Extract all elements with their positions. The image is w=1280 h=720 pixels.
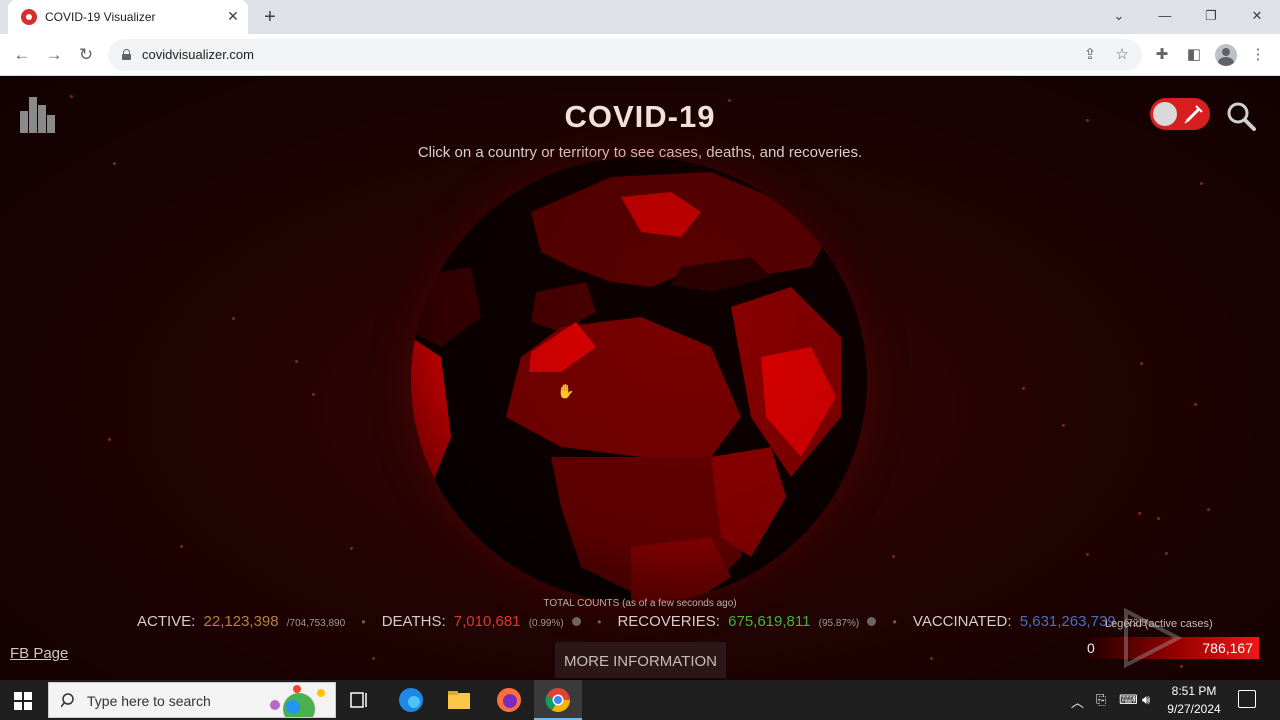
deaths-info-icon[interactable] <box>571 617 581 626</box>
tray-chevron-icon[interactable]: ︿ <box>1071 692 1084 711</box>
active-label: ACTIVE: <box>137 613 196 630</box>
recoveries-label: RECOVERIES: <box>617 613 720 630</box>
side-panel-icon[interactable]: ◧ <box>1184 45 1204 65</box>
syringe-icon <box>1184 105 1203 124</box>
active-value: 22,123,398 <box>203 613 279 630</box>
taskbar-search-placeholder[interactable]: Type here to search <box>87 693 211 709</box>
chrome-taskbar-button[interactable] <box>534 680 582 720</box>
deaths-value: 7,010,681 <box>453 613 521 630</box>
background-star <box>350 547 353 550</box>
background-star <box>1086 553 1089 556</box>
task-view-icon[interactable] <box>346 686 374 714</box>
deaths-label: DEATHS: <box>381 613 446 630</box>
file-explorer-icon[interactable] <box>445 686 473 714</box>
background-star <box>180 545 183 548</box>
taskbar-search-icon <box>61 693 74 708</box>
background-star <box>312 393 315 396</box>
search-icon[interactable] <box>1226 101 1256 131</box>
background-star <box>1200 182 1203 185</box>
restore-button[interactable]: ❐ <box>1196 4 1226 28</box>
background-star <box>108 438 111 441</box>
back-button[interactable]: ← <box>10 43 34 67</box>
background-star <box>1138 512 1141 515</box>
covid-visualizer-page: COVID-19 Click on a country or territory… <box>0 77 1280 680</box>
watermark-play-icon <box>1124 607 1183 669</box>
background-star <box>372 657 375 660</box>
extensions-puzzle-icon[interactable]: ✚ <box>1152 45 1172 65</box>
firefox-icon[interactable] <box>495 686 523 714</box>
page-title: COVID-19 <box>564 99 716 134</box>
tray-usb-icon[interactable]: ⎘ <box>1096 692 1106 708</box>
windows-start-icon[interactable] <box>14 692 32 710</box>
active-total: /704,753,890 <box>286 618 346 629</box>
stats-separator: • <box>361 615 366 629</box>
background-star <box>232 317 235 320</box>
background-star <box>113 162 116 165</box>
background-star <box>1157 517 1160 520</box>
covid-favicon-icon <box>21 9 37 25</box>
new-tab-button[interactable]: + <box>258 5 282 29</box>
world-globe[interactable] <box>411 157 867 603</box>
volume-icon[interactable]: 🔊︎ <box>1142 692 1150 708</box>
minimize-button[interactable]: — <box>1150 4 1180 28</box>
globe-map[interactable] <box>411 157 867 603</box>
anyrun-watermark <box>1038 607 1238 669</box>
more-information-button[interactable]: MORE INFORMATION <box>555 642 726 678</box>
vaccinated-label: VACCINATED: <box>912 613 1012 630</box>
deaths-pct: (0.99%) <box>528 618 564 629</box>
stats-row: ACTIVE: 22,123,398 /704,753,890 • DEATHS… <box>137 613 1147 633</box>
clock-time[interactable]: 8:51 PM <box>1160 684 1228 698</box>
background-star <box>930 657 933 660</box>
share-icon[interactable]: ⇪ <box>1080 45 1100 65</box>
background-star <box>892 555 895 558</box>
stats-separator: • <box>597 615 602 629</box>
tab-search-chevron-icon[interactable]: ⌄ <box>1104 4 1134 28</box>
lock-icon[interactable] <box>122 49 131 60</box>
network-icon[interactable]: ⌨ <box>1119 692 1138 708</box>
taskbar-search-box[interactable]: Type here to search <box>48 682 336 718</box>
toggle-knob <box>1153 102 1177 126</box>
vaccination-toggle[interactable] <box>1150 98 1210 130</box>
background-star <box>1022 387 1025 390</box>
tab-close-icon[interactable]: ✕ <box>224 6 242 26</box>
windows-taskbar: Type here to search ︿ ⎘ ⌨ 🔊︎ 8:51 PM 9/2… <box>0 680 1280 720</box>
tab-title: COVID-19 Visualizer <box>45 10 156 24</box>
notification-icon[interactable] <box>1238 690 1256 708</box>
background-star <box>1194 403 1197 406</box>
recoveries-value: 675,619,811 <box>728 613 811 630</box>
browser-tab[interactable]: COVID-19 Visualizer ✕ <box>8 0 248 34</box>
edge-icon[interactable] <box>397 686 425 714</box>
forward-button[interactable]: → <box>42 43 66 67</box>
close-window-button[interactable]: ✕ <box>1242 4 1272 28</box>
url-text[interactable]: covidvisualizer.com <box>142 47 254 62</box>
background-star <box>1062 424 1065 427</box>
recoveries-info-icon[interactable] <box>867 617 877 626</box>
background-star <box>1207 508 1210 511</box>
background-star <box>1165 552 1168 555</box>
fb-page-link[interactable]: FB Page <box>10 645 68 662</box>
background-star <box>295 360 298 363</box>
recoveries-pct: (95.87%) <box>818 618 860 629</box>
search-highlight-art-icon <box>270 685 325 717</box>
bookmark-star-icon[interactable]: ☆ <box>1112 45 1132 65</box>
stats-separator: • <box>892 615 897 629</box>
reload-button[interactable]: ↻ <box>74 43 98 67</box>
background-star <box>70 95 73 98</box>
background-star <box>1140 362 1143 365</box>
profile-avatar-icon[interactable] <box>1215 44 1237 66</box>
menu-kebab-icon[interactable]: ⋮ <box>1248 45 1268 65</box>
clock-date[interactable]: 9/27/2024 <box>1160 702 1228 716</box>
grab-cursor-icon: ✋ <box>557 383 575 399</box>
chrome-icon <box>545 688 570 713</box>
browser-toolbar: ← → ↻ covidvisualizer.com ⇪ ☆ ✚ ◧ ⋮ <box>0 34 1280 76</box>
address-bar[interactable]: covidvisualizer.com ⇪ ☆ <box>108 39 1142 71</box>
browser-tabstrip: COVID-19 Visualizer ✕ + ⌄ — ❐ ✕ <box>0 0 1280 34</box>
